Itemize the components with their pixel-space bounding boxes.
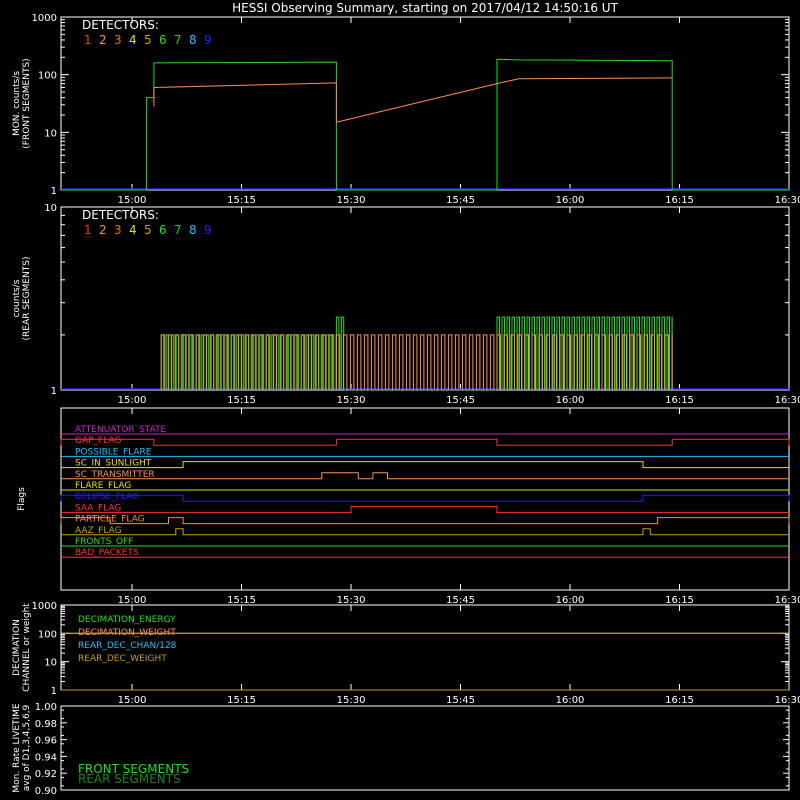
detectors-label: DETECTORS: xyxy=(82,18,159,32)
y-axis-label-line: (FRONT SEGMENTS) xyxy=(22,58,32,148)
x-tick-label: 16:30 xyxy=(775,395,800,406)
livetime-legend-label: REAR SEGMENTS xyxy=(78,772,181,786)
detector-number-6: 6 xyxy=(159,33,167,47)
detector-number-5: 5 xyxy=(144,33,152,47)
decimation-legend-label: DECIMATION_ENERGY xyxy=(78,615,176,625)
detectors-label: DETECTORS: xyxy=(82,208,159,222)
detector-number-9: 9 xyxy=(204,33,212,47)
x-tick-label: 15:45 xyxy=(446,695,475,706)
x-tick-label: 15:30 xyxy=(337,195,366,206)
y-axis-label-line: avg of D1,3,4,5,6,9 xyxy=(22,704,32,791)
decimation-legend-label: REAR_DEC_CHAN/128 xyxy=(78,641,177,651)
y-tick-label: 0.98 xyxy=(35,719,57,730)
detector-number-6: 6 xyxy=(159,223,167,237)
x-tick-label: 15:45 xyxy=(446,595,475,606)
y-tick-label: 1 xyxy=(51,386,57,397)
y-tick-label: 1000 xyxy=(32,601,57,612)
flag-label: ECLIPSE_FLAG xyxy=(75,492,139,502)
y-axis-label-line: counts/s xyxy=(12,279,22,317)
detector-number-2: 2 xyxy=(99,223,107,237)
x-tick-label: 15:00 xyxy=(118,195,147,206)
y-tick-label: 0.90 xyxy=(35,786,57,797)
x-tick-label: 16:00 xyxy=(556,395,585,406)
x-tick-label: 16:30 xyxy=(775,195,800,206)
detector-number-5: 5 xyxy=(144,223,152,237)
x-tick-label: 16:15 xyxy=(665,695,694,706)
detector-number-1: 1 xyxy=(84,223,92,237)
y-tick-label: 10 xyxy=(44,203,57,214)
y-tick-label: 0.92 xyxy=(35,769,57,780)
y-tick-label: 100 xyxy=(38,629,57,640)
x-tick-label: 15:45 xyxy=(446,195,475,206)
flag-label: GAP_FLAG xyxy=(75,436,121,446)
x-tick-label: 15:00 xyxy=(118,395,147,406)
y-tick-label: 100 xyxy=(38,71,57,82)
x-tick-label: 15:00 xyxy=(118,595,147,606)
detector-number-9: 9 xyxy=(204,223,212,237)
y-axis-label: Flags xyxy=(17,487,27,511)
x-tick-label: 15:15 xyxy=(227,195,256,206)
y-axis-label: MON. counts/s (FRONT SEGMENTS) xyxy=(12,58,32,148)
y-axis-label-line: Flags xyxy=(17,487,27,511)
detector-number-7: 7 xyxy=(174,223,182,237)
detector-number-7: 7 xyxy=(174,33,182,47)
x-tick-label: 15:15 xyxy=(227,395,256,406)
observing-summary-figure: HESSI Observing Summary, starting on 201… xyxy=(0,0,800,800)
x-tick-label: 16:30 xyxy=(775,595,800,606)
x-tick-label: 15:15 xyxy=(227,695,256,706)
detector-number-4: 4 xyxy=(129,223,137,237)
detector-number-3: 3 xyxy=(114,223,122,237)
detector-number-3: 3 xyxy=(114,33,122,47)
detector-number-8: 8 xyxy=(189,33,197,47)
y-axis-label-line: MON. counts/s xyxy=(12,71,22,136)
x-tick-label: 15:30 xyxy=(337,695,366,706)
y-tick-label: 0.96 xyxy=(35,736,57,747)
y-tick-label: 0.94 xyxy=(35,752,57,763)
y-tick-label: 1000 xyxy=(32,13,57,24)
decimation-legend-label: DECIMATION_WEIGHT xyxy=(78,628,176,638)
y-axis-label-line: DECIMATION xyxy=(12,619,22,676)
x-tick-label: 16:30 xyxy=(775,695,800,706)
y-axis-label-line: CHANNEL or weight xyxy=(22,603,32,692)
x-tick-label: 16:15 xyxy=(665,195,694,206)
x-tick-label: 16:00 xyxy=(556,695,585,706)
detector-number-1: 1 xyxy=(84,33,92,47)
y-tick-label: 10 xyxy=(44,658,57,669)
y-tick-label: 1 xyxy=(51,186,57,197)
x-tick-label: 15:00 xyxy=(118,695,147,706)
detector-number-2: 2 xyxy=(99,33,107,47)
y-axis-label: Mon. Rate LIVETIME avg of D1,3,4,5,6,9 xyxy=(12,703,32,793)
y-axis-label-line: (REAR SEGMENTS) xyxy=(22,256,32,340)
detector-number-8: 8 xyxy=(189,223,197,237)
y-tick-label: 1 xyxy=(51,686,57,697)
x-tick-label: 16:15 xyxy=(665,395,694,406)
x-tick-label: 15:30 xyxy=(337,595,366,606)
detector-number-4: 4 xyxy=(129,33,137,47)
x-tick-label: 16:15 xyxy=(665,595,694,606)
x-tick-label: 15:45 xyxy=(446,395,475,406)
y-axis-label-line: Mon. Rate LIVETIME xyxy=(12,703,22,793)
x-tick-label: 15:15 xyxy=(227,595,256,606)
x-tick-label: 16:00 xyxy=(556,195,585,206)
decimation-legend-label: REAR_DEC_WEIGHT xyxy=(78,654,167,664)
y-tick-label: 1.00 xyxy=(35,702,57,713)
x-tick-label: 15:30 xyxy=(337,395,366,406)
figure-title: HESSI Observing Summary, starting on 201… xyxy=(232,1,618,15)
x-tick-label: 16:00 xyxy=(556,595,585,606)
y-tick-label: 10 xyxy=(44,128,57,139)
